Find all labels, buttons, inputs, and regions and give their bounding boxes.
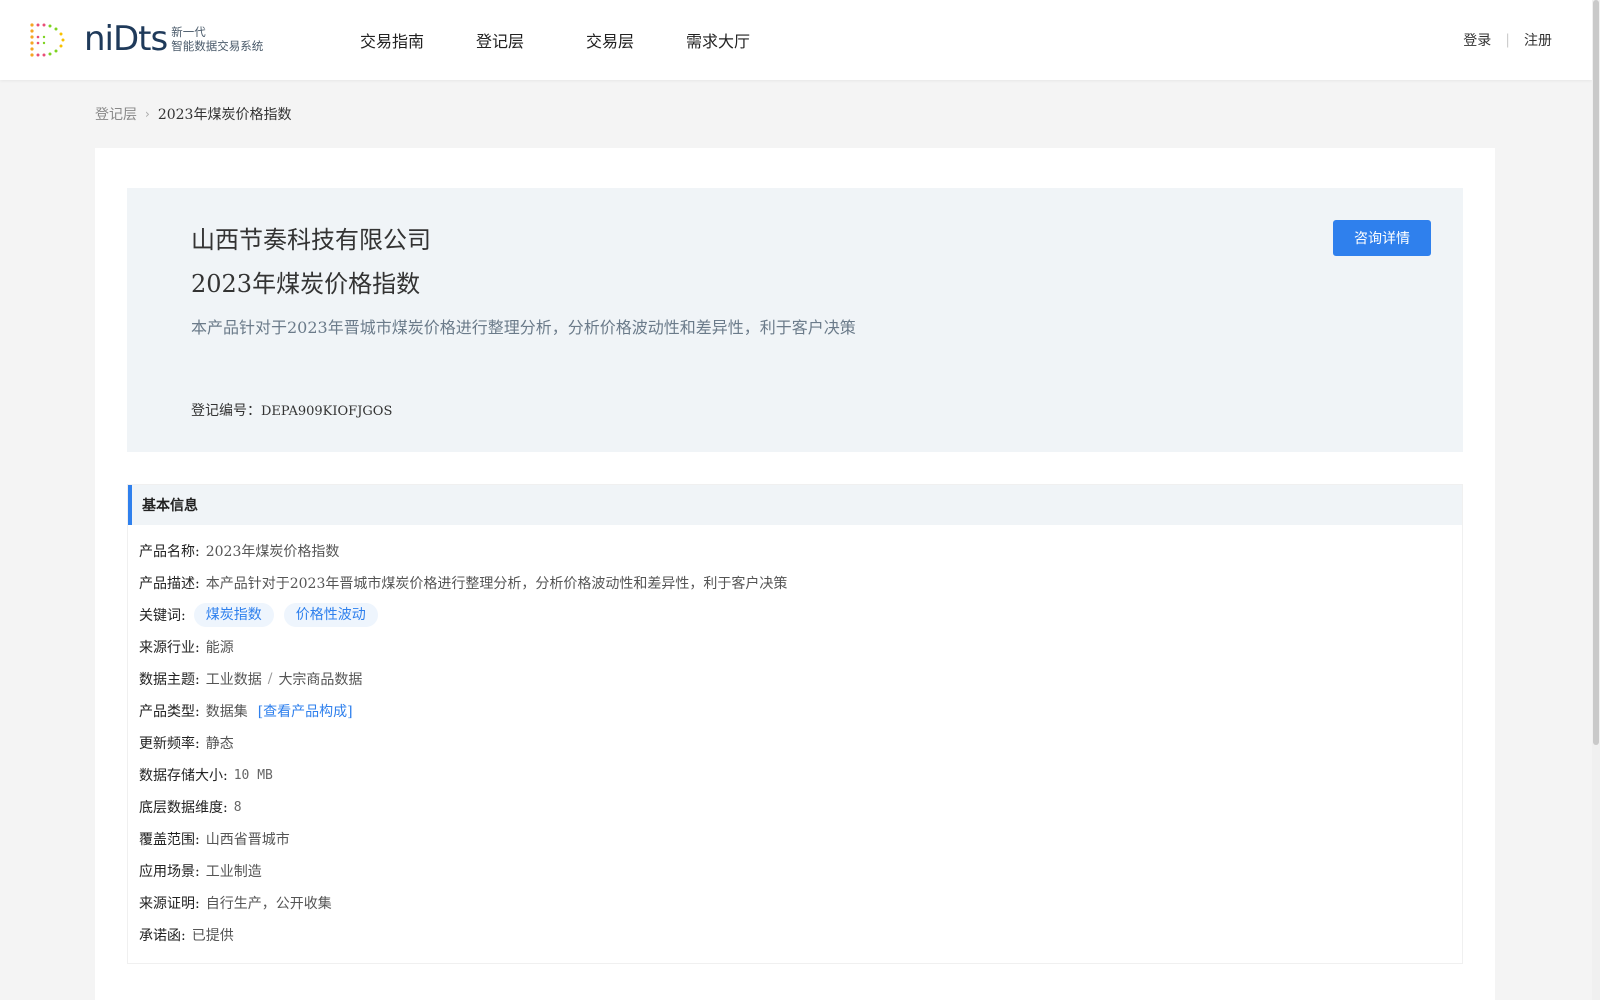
info-value: 2023年煤炭价格指数 (205, 544, 340, 560)
register-link[interactable]: 注册 (1524, 30, 1552, 50)
info-row-product-type: 产品类型: 数据集 [查看产品构成] (139, 695, 1462, 727)
product-detail-card: 山西节奏科技有限公司 2023年煤炭价格指数 本产品针对于2023年晋城市煤炭价… (95, 148, 1495, 1000)
theme-separator: / (267, 671, 273, 687)
consult-details-button[interactable]: 咨询详情 (1333, 220, 1431, 256)
info-label: 承诺函: (139, 928, 186, 944)
info-value: 大宗商品数据 (278, 672, 363, 688)
page-scrollbar[interactable] (1592, 0, 1600, 1000)
info-row-dimension: 底层数据维度: 8 (139, 791, 1462, 823)
info-label: 产品名称: (139, 544, 200, 560)
basic-info-heading: 基本信息 (128, 485, 1462, 525)
info-value: 8 (233, 799, 242, 815)
breadcrumb: 登记层 › 2023年煤炭价格指数 (95, 104, 291, 124)
registration-number-value: DEPA909KIOFJGOS (261, 404, 393, 419)
info-row-product-desc: 产品描述: 本产品针对于2023年晋城市煤炭价格进行整理分析，分析价格波动性和差… (139, 567, 1462, 599)
breadcrumb-registry-layer[interactable]: 登记层 (95, 104, 137, 124)
main-nav: 交易指南 登记层 交易层 需求大厅 (360, 0, 750, 80)
auth-links: 登录 | 注册 (1463, 0, 1552, 80)
info-label: 应用场景: (139, 864, 200, 880)
registration-number-label: 登记编号： (191, 403, 261, 419)
info-label: 来源证明: (139, 896, 200, 912)
nav-item-trading-layer[interactable]: 交易层 (586, 28, 686, 52)
info-label: 来源行业: (139, 640, 200, 656)
info-label: 关键词: (139, 608, 186, 624)
info-label: 产品类型: (139, 704, 200, 720)
info-row-scenario: 应用场景: 工业制造 (139, 855, 1462, 887)
info-label: 更新频率: (139, 736, 200, 752)
info-row-storage: 数据存储大小: 10 MB (139, 759, 1462, 791)
info-label: 数据主题: (139, 672, 200, 688)
basic-info-section: 基本信息 产品名称: 2023年煤炭价格指数 产品描述: 本产品针对于2023年… (127, 484, 1463, 964)
view-composition-link[interactable]: [查看产品构成] (258, 701, 353, 721)
auth-separator: | (1505, 32, 1510, 48)
info-value: 已提供 (191, 928, 234, 944)
top-header: niDts 新一代 智能数据交易系统 交易指南 登记层 交易层 需求大厅 登录 … (0, 0, 1592, 80)
info-value: 能源 (205, 640, 234, 656)
info-value: 静态 (205, 736, 234, 752)
logo-subtitle: 新一代 智能数据交易系统 (171, 25, 263, 53)
registration-number: 登记编号：DEPA909KIOFJGOS (191, 400, 392, 420)
nav-item-trading-guide[interactable]: 交易指南 (360, 28, 476, 52)
nav-item-registry-layer[interactable]: 登记层 (476, 28, 586, 52)
info-row-coverage: 覆盖范围: 山西省晋城市 (139, 823, 1462, 855)
info-value: 工业数据 (205, 672, 262, 688)
company-name: 山西节奏科技有限公司 (191, 226, 431, 254)
scrollbar-thumb[interactable] (1593, 0, 1599, 745)
info-row-product-name: 产品名称: 2023年煤炭价格指数 (139, 535, 1462, 567)
logo-subtitle-line2: 智能数据交易系统 (171, 39, 264, 53)
logo-wordmark: niDts (84, 19, 168, 59)
login-link[interactable]: 登录 (1463, 30, 1491, 50)
info-row-industry: 来源行业: 能源 (139, 631, 1462, 663)
info-row-keywords: 关键词: 煤炭指数 价格性波动 (139, 599, 1462, 631)
keyword-tag[interactable]: 煤炭指数 (193, 603, 274, 627)
info-value: 本产品针对于2023年晋城市煤炭价格进行整理分析，分析价格波动性和差异性，利于客… (205, 576, 788, 592)
info-row-commitment: 承诺函: 已提供 (139, 919, 1462, 951)
info-value: 数据集 (205, 704, 248, 720)
info-row-source-proof: 来源证明: 自行生产，公开收集 (139, 887, 1462, 919)
info-label: 产品描述: (139, 576, 200, 592)
info-value: 工业制造 (205, 864, 262, 880)
info-row-frequency: 更新频率: 静态 (139, 727, 1462, 759)
info-value: 10 MB (233, 767, 273, 783)
info-value: 山西省晋城市 (205, 832, 290, 848)
keyword-tag[interactable]: 价格性波动 (283, 603, 378, 627)
chevron-right-icon: › (145, 107, 150, 121)
product-title: 2023年煤炭价格指数 (191, 270, 421, 298)
info-value: 自行生产，公开收集 (205, 896, 332, 912)
info-row-theme: 数据主题: 工业数据 / 大宗商品数据 (139, 663, 1462, 695)
site-logo[interactable]: niDts 新一代 智能数据交易系统 (28, 18, 263, 60)
product-summary: 本产品针对于2023年晋城市煤炭价格进行整理分析，分析价格波动性和差异性，利于客… (191, 318, 856, 337)
info-label: 底层数据维度: (139, 800, 228, 816)
nav-item-demand-hall[interactable]: 需求大厅 (686, 28, 750, 52)
product-hero: 山西节奏科技有限公司 2023年煤炭价格指数 本产品针对于2023年晋城市煤炭价… (127, 188, 1463, 452)
info-label: 数据存储大小: (139, 768, 228, 784)
info-label: 覆盖范围: (139, 832, 200, 848)
breadcrumb-current: 2023年煤炭价格指数 (157, 107, 292, 123)
logo-subtitle-line1: 新一代 (171, 25, 206, 39)
logo-dots-icon (30, 23, 65, 57)
basic-info-rows: 产品名称: 2023年煤炭价格指数 产品描述: 本产品针对于2023年晋城市煤炭… (128, 525, 1462, 951)
